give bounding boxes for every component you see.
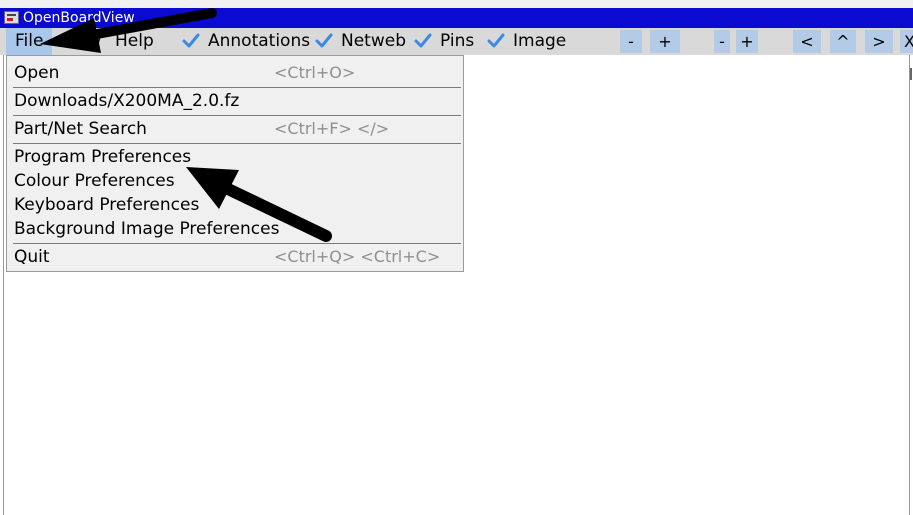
title-bar: OpenBoardView: [0, 8, 913, 28]
checkmark-icon[interactable]: [487, 33, 505, 49]
menu-file-label: File: [15, 31, 44, 51]
toggle-pins[interactable]: Pins: [440, 28, 474, 55]
menu-item-recent-file[interactable]: Downloads/X200MA_2.0.fz: [14, 90, 239, 112]
zoom-in-button[interactable]: +: [650, 30, 680, 53]
menu-separator: [13, 143, 461, 144]
menu-item-keyboard-preferences[interactable]: Keyboard Preferences: [14, 194, 199, 216]
menu-item-background-image-preferences[interactable]: Background Image Preferences: [14, 218, 279, 240]
menu-item-program-preferences[interactable]: Program Preferences: [14, 146, 191, 168]
previous-button[interactable]: <: [793, 30, 821, 53]
menu-item-quit[interactable]: Quit: [14, 246, 50, 268]
menu-file[interactable]: File: [6, 28, 52, 55]
menu-bar: File View Help Annotations Netweb Pins I…: [0, 28, 913, 55]
checkmark-icon[interactable]: [414, 33, 432, 49]
toggle-annotations[interactable]: Annotations: [208, 28, 310, 55]
close-x-button[interactable]: X: [900, 30, 913, 53]
up-button[interactable]: ^: [830, 30, 856, 53]
shortcut-quit: <Ctrl+Q> <Ctrl+C>: [274, 247, 441, 266]
shortcut-search: <Ctrl+F> </>: [274, 119, 390, 138]
menu-separator: [13, 115, 461, 116]
toggle-netweb[interactable]: Netweb: [341, 28, 406, 55]
toggle-image[interactable]: Image: [513, 28, 566, 55]
next-button[interactable]: >: [865, 30, 893, 53]
checkmark-icon[interactable]: [182, 33, 200, 49]
file-menu-dropdown: Open <Ctrl+O> Downloads/X200MA_2.0.fz Pa…: [6, 55, 464, 272]
scroll-marker: [910, 68, 912, 80]
checkmark-icon[interactable]: [315, 33, 333, 49]
shortcut-open: <Ctrl+O>: [274, 63, 356, 82]
menu-item-colour-preferences[interactable]: Colour Preferences: [14, 170, 175, 192]
menu-item-part-net-search[interactable]: Part/Net Search: [14, 118, 147, 140]
menu-view[interactable]: View: [61, 28, 101, 55]
zoom-in-button-2[interactable]: +: [736, 30, 758, 53]
menu-item-open[interactable]: Open: [14, 62, 59, 84]
menu-help[interactable]: Help: [115, 28, 154, 55]
zoom-out-button[interactable]: -: [620, 30, 642, 53]
window-title: OpenBoardView: [23, 10, 135, 26]
app-icon: [4, 11, 19, 24]
menu-separator: [13, 243, 461, 244]
menu-separator: [13, 87, 461, 88]
zoom-out-button-2[interactable]: -: [714, 30, 730, 53]
top-strip: [0, 0, 913, 8]
